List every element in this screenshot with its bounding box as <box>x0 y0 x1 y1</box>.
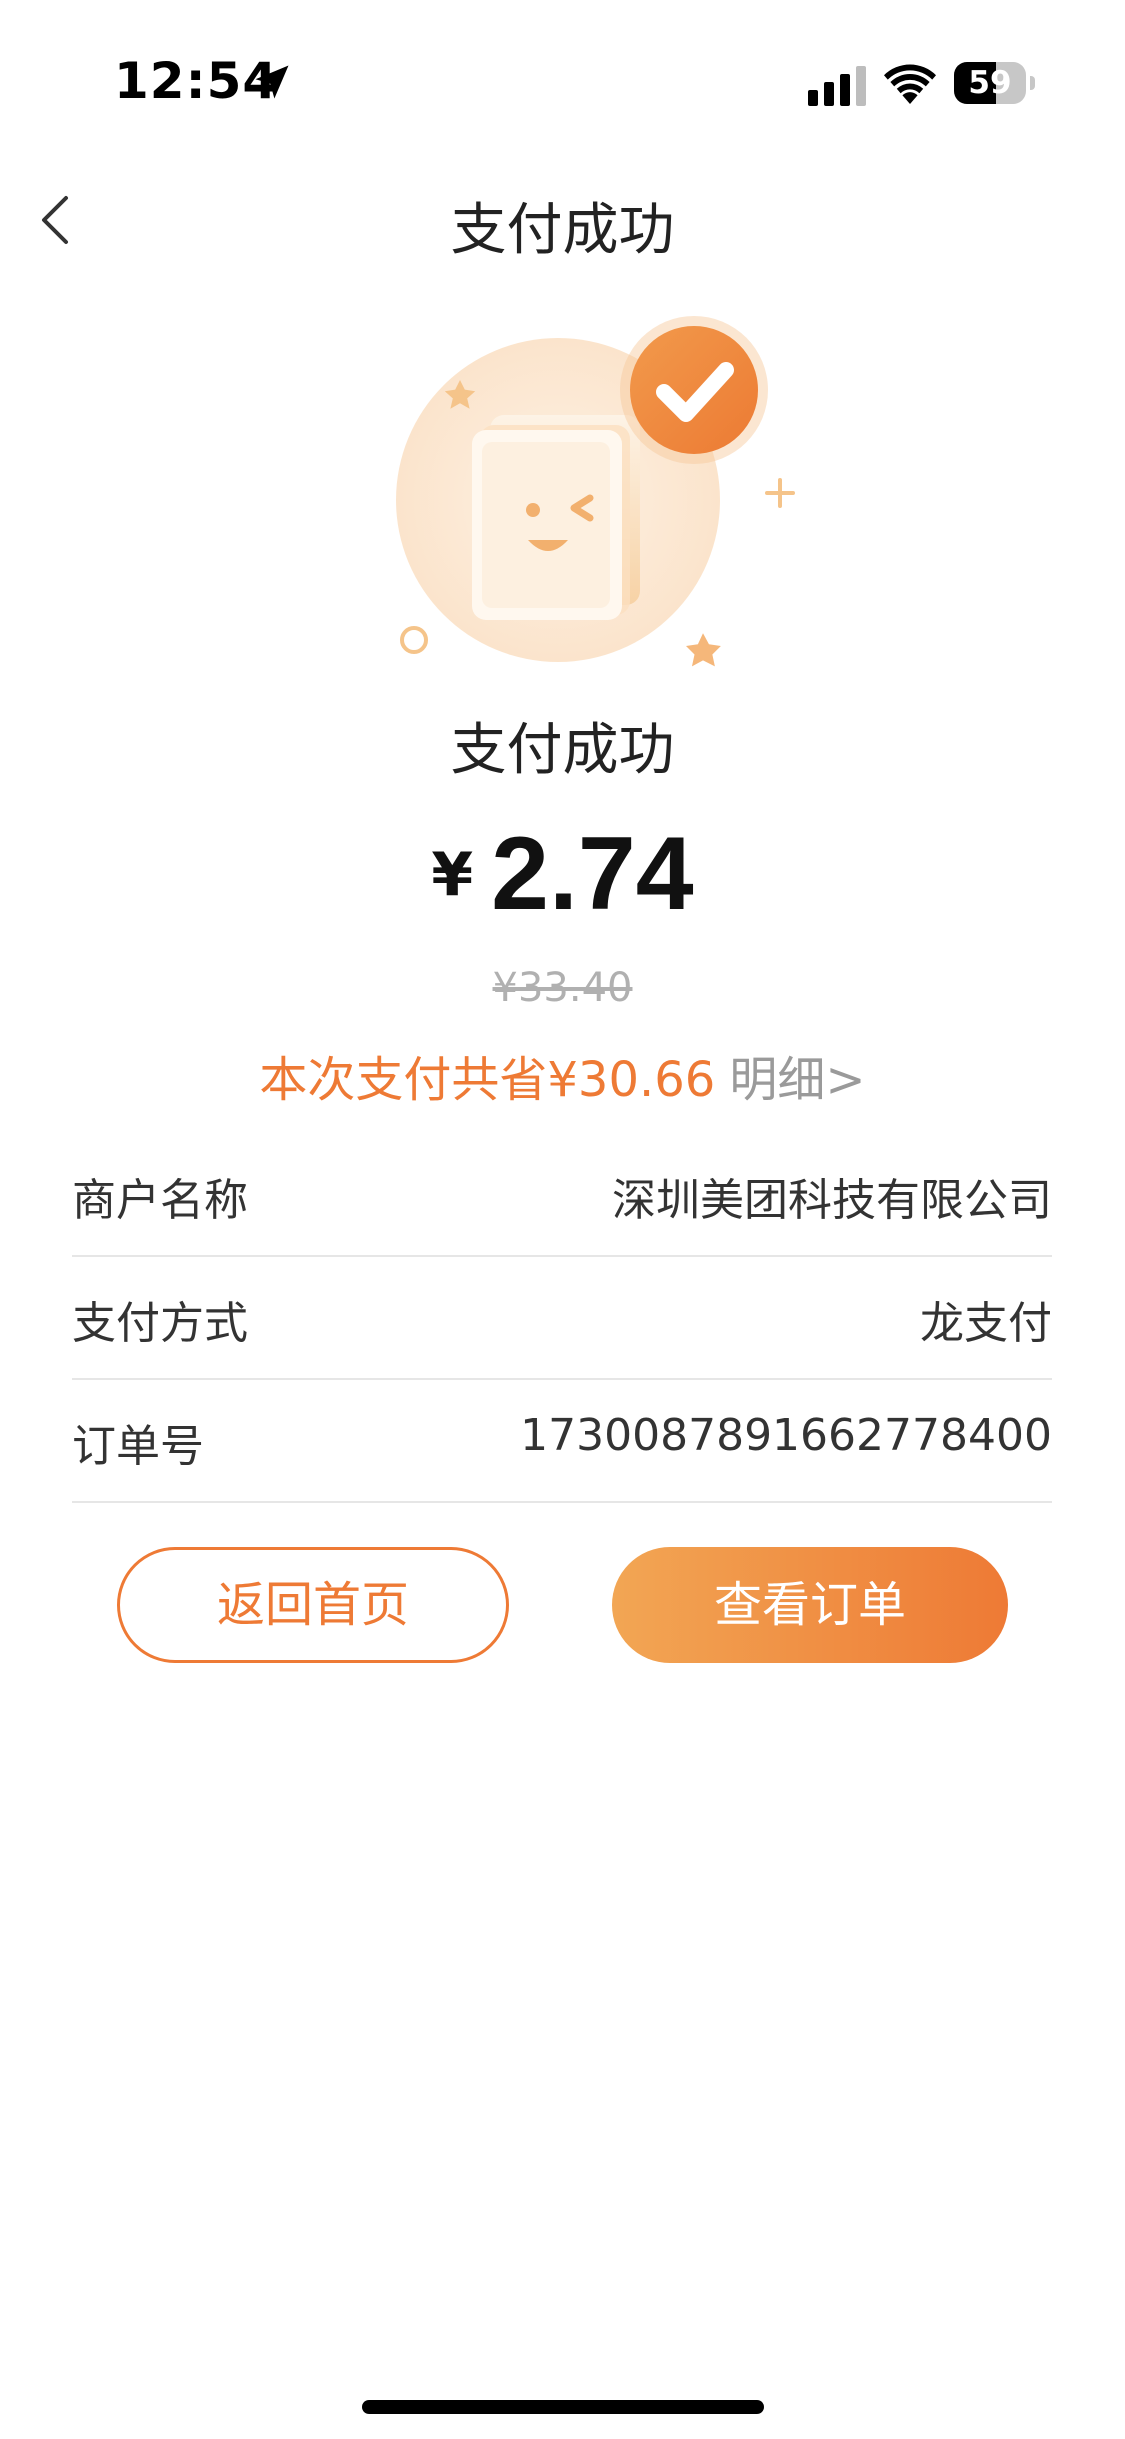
merchant-row: 商户名称 深圳美团科技有限公司 <box>72 1134 1052 1257</box>
view-order-button[interactable]: 查看订单 <box>612 1547 1008 1663</box>
info-value: 龙支付 <box>920 1298 1052 1349</box>
info-label: 商户名称 <box>72 1175 248 1226</box>
order-number-row: 订单号 1730087891662778400 <box>72 1380 1052 1503</box>
battery-body: 59 <box>954 62 1026 104</box>
info-label: 支付方式 <box>72 1298 248 1349</box>
success-title: 支付成功 <box>450 718 675 783</box>
info-value: 1730087891662778400 <box>520 1410 1052 1461</box>
home-indicator[interactable] <box>362 2400 764 2414</box>
savings-text: 本次支付共省¥30.66 <box>259 1052 716 1108</box>
savings-row: 本次支付共省¥30.66 明细> <box>0 1040 1125 1110</box>
wifi-icon <box>884 64 936 104</box>
page-title: 支付成功 <box>450 198 675 263</box>
payment-amount: ¥2.74 <box>0 815 1125 934</box>
info-label: 订单号 <box>72 1421 204 1472</box>
status-bar: 12:54 59 <box>0 0 1125 150</box>
amount-value: 2.74 <box>491 816 694 932</box>
info-value: 深圳美团科技有限公司 <box>612 1175 1052 1226</box>
battery-cap <box>1030 76 1035 90</box>
battery-level: 59 <box>968 65 1012 101</box>
back-home-button[interactable]: 返回首页 <box>117 1547 509 1663</box>
battery-icon: 59 <box>954 62 1036 104</box>
signal-icon <box>808 66 866 106</box>
location-arrow-icon <box>255 65 289 99</box>
original-price: ¥33.40 <box>492 965 633 1011</box>
currency-symbol: ¥ <box>431 840 474 910</box>
payment-info-list: 商户名称 深圳美团科技有限公司 支付方式 龙支付 订单号 17300878916… <box>72 1134 1052 1503</box>
payment-method-row: 支付方式 龙支付 <box>72 1257 1052 1380</box>
detail-link[interactable]: 明细> <box>729 1052 865 1108</box>
payment-success-illustration <box>396 316 795 667</box>
